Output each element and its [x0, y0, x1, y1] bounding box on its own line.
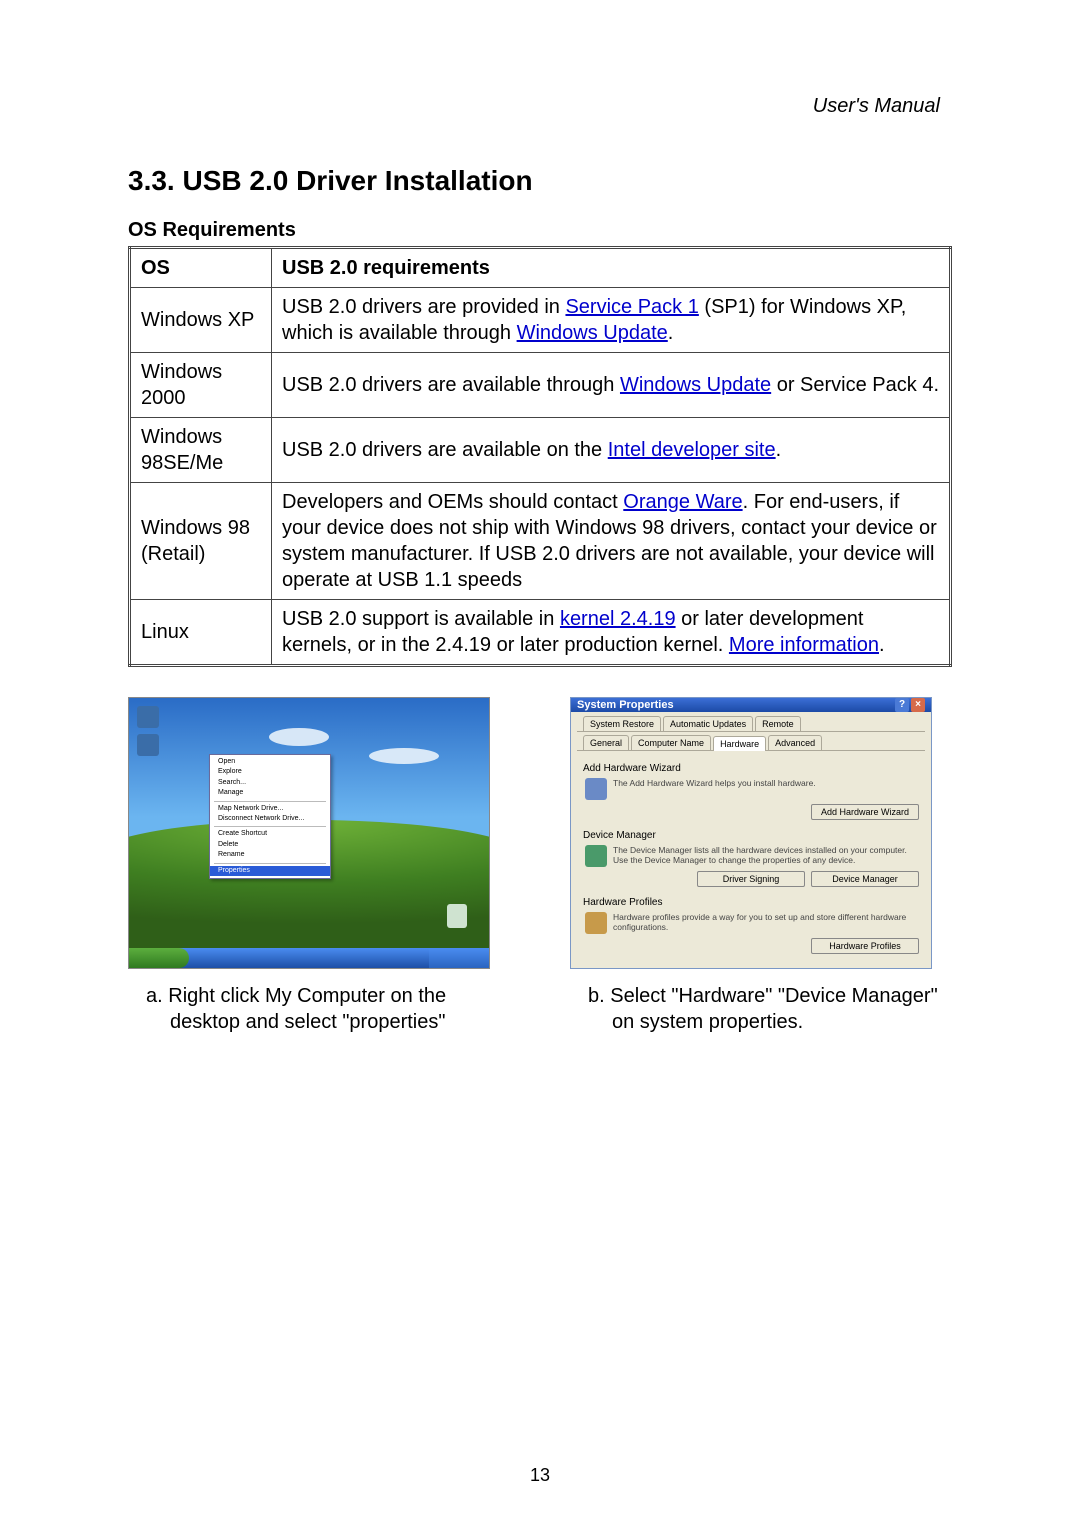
device-manager-button[interactable]: Device Manager: [811, 871, 919, 887]
menu-item[interactable]: Search...: [210, 778, 330, 788]
link-orange-ware[interactable]: Orange Ware: [623, 491, 742, 513]
req-cell: USB 2.0 support is available in kernel 2…: [272, 600, 951, 666]
menu-item-properties[interactable]: Properties: [210, 866, 330, 876]
tab-auto-updates[interactable]: Automatic Updates: [663, 716, 753, 731]
req-cell: Developers and OEMs should contact Orang…: [272, 483, 951, 600]
table-row: Linux USB 2.0 support is available in ke…: [130, 600, 951, 666]
group-text: The Add Hardware Wizard helps you instal…: [613, 778, 816, 800]
menu-item[interactable]: Open: [210, 757, 330, 767]
group-title: Hardware Profiles: [583, 897, 919, 908]
link-intel-dev[interactable]: Intel developer site: [608, 439, 776, 461]
group-text: The Device Manager lists all the hardwar…: [613, 845, 919, 867]
figure-row: Open Explore Search... Manage Map Networ…: [128, 697, 952, 1035]
xp-desktop-screenshot: Open Explore Search... Manage Map Networ…: [128, 697, 490, 969]
figure-a-col: Open Explore Search... Manage Map Networ…: [128, 697, 510, 1035]
menu-item[interactable]: Create Shortcut: [210, 829, 330, 839]
menu-item[interactable]: Explore: [210, 767, 330, 777]
link-sp1[interactable]: Service Pack 1: [565, 296, 698, 318]
menu-item[interactable]: Rename: [210, 850, 330, 860]
os-requirements-table: OS USB 2.0 requirements Windows XP USB 2…: [128, 246, 952, 667]
dialog-tabs-row2: General Computer Name Hardware Advanced: [577, 731, 925, 751]
th-req: USB 2.0 requirements: [272, 248, 951, 288]
system-tray[interactable]: [429, 948, 489, 968]
start-button[interactable]: [129, 948, 189, 968]
device-manager-icon: [585, 845, 607, 867]
tab-computer-name[interactable]: Computer Name: [631, 735, 711, 750]
os-cell: Windows XP: [130, 288, 272, 353]
cloud-icon: [369, 748, 439, 764]
section-title: 3.3. USB 2.0 Driver Installation: [128, 165, 952, 197]
add-hardware-wizard-button[interactable]: Add Hardware Wizard: [811, 804, 919, 820]
hardware-profiles-button[interactable]: Hardware Profiles: [811, 938, 919, 954]
os-cell: Linux: [130, 600, 272, 666]
dialog-tabs-row1: System Restore Automatic Updates Remote: [577, 712, 925, 732]
tab-advanced[interactable]: Advanced: [768, 735, 822, 750]
hardware-wizard-icon: [585, 778, 607, 800]
cloud-icon: [269, 728, 329, 746]
menu-item[interactable]: Map Network Drive...: [210, 804, 330, 814]
system-properties-dialog: System Properties ? × System Restore Aut…: [570, 697, 932, 969]
tab-remote[interactable]: Remote: [755, 716, 801, 731]
req-cell: USB 2.0 drivers are available through Wi…: [272, 353, 951, 418]
hardware-profiles-icon: [585, 912, 607, 934]
table-row: Windows 2000 USB 2.0 drivers are availab…: [130, 353, 951, 418]
dialog-body: Add Hardware Wizard The Add Hardware Wiz…: [583, 757, 919, 964]
desktop-icon[interactable]: [137, 734, 159, 756]
figure-b-col: System Properties ? × System Restore Aut…: [570, 697, 952, 1035]
group-text: Hardware profiles provide a way for you …: [613, 912, 919, 934]
menu-item[interactable]: Delete: [210, 840, 330, 850]
menu-item[interactable]: Manage: [210, 788, 330, 798]
link-windows-update[interactable]: Windows Update: [620, 374, 771, 396]
context-menu: Open Explore Search... Manage Map Networ…: [209, 754, 331, 879]
desktop-icons: [137, 706, 159, 756]
tab-system-restore[interactable]: System Restore: [583, 716, 661, 731]
add-hardware-group: Add Hardware Wizard The Add Hardware Wiz…: [583, 763, 919, 820]
figure-b-caption: b. Select "Hardware" "Device Manager" on…: [570, 983, 952, 1035]
menu-separator: [214, 801, 326, 802]
close-icon[interactable]: ×: [911, 698, 925, 712]
page: User's Manual 3.3. USB 2.0 Driver Instal…: [0, 0, 1080, 1526]
tab-hardware[interactable]: Hardware: [713, 736, 766, 751]
hardware-profiles-group: Hardware Profiles Hardware profiles prov…: [583, 897, 919, 954]
device-manager-group: Device Manager The Device Manager lists …: [583, 830, 919, 887]
help-icon[interactable]: ?: [895, 698, 909, 712]
tab-general[interactable]: General: [583, 735, 629, 750]
group-title: Device Manager: [583, 830, 919, 841]
driver-signing-button[interactable]: Driver Signing: [697, 871, 805, 887]
req-cell: USB 2.0 drivers are available on the Int…: [272, 418, 951, 483]
os-cell: Windows 98 (Retail): [130, 483, 272, 600]
link-kernel[interactable]: kernel 2.4.19: [560, 608, 676, 630]
req-cell: USB 2.0 drivers are provided in Service …: [272, 288, 951, 353]
menu-separator: [214, 826, 326, 827]
my-computer-icon[interactable]: [137, 706, 159, 728]
os-cell: Windows 2000: [130, 353, 272, 418]
dialog-title-text: System Properties: [577, 699, 674, 711]
figure-a-caption: a. Right click My Computer on the deskto…: [128, 983, 510, 1035]
link-windows-update[interactable]: Windows Update: [517, 322, 668, 344]
menu-separator: [214, 863, 326, 864]
th-os: OS: [130, 248, 272, 288]
taskbar: [129, 948, 489, 968]
table-row: Windows 98SE/Me USB 2.0 drivers are avai…: [130, 418, 951, 483]
os-requirements-heading: OS Requirements: [128, 219, 952, 242]
link-more-info[interactable]: More information: [729, 634, 879, 656]
dialog-titlebar: System Properties ? ×: [571, 698, 931, 712]
table-row: Windows XP USB 2.0 drivers are provided …: [130, 288, 951, 353]
os-cell: Windows 98SE/Me: [130, 418, 272, 483]
table-row: Windows 98 (Retail) Developers and OEMs …: [130, 483, 951, 600]
page-number: 13: [0, 1465, 1080, 1486]
running-header: User's Manual: [813, 95, 940, 118]
group-title: Add Hardware Wizard: [583, 763, 919, 774]
menu-item[interactable]: Disconnect Network Drive...: [210, 814, 330, 824]
recycle-bin-icon[interactable]: [447, 904, 467, 928]
